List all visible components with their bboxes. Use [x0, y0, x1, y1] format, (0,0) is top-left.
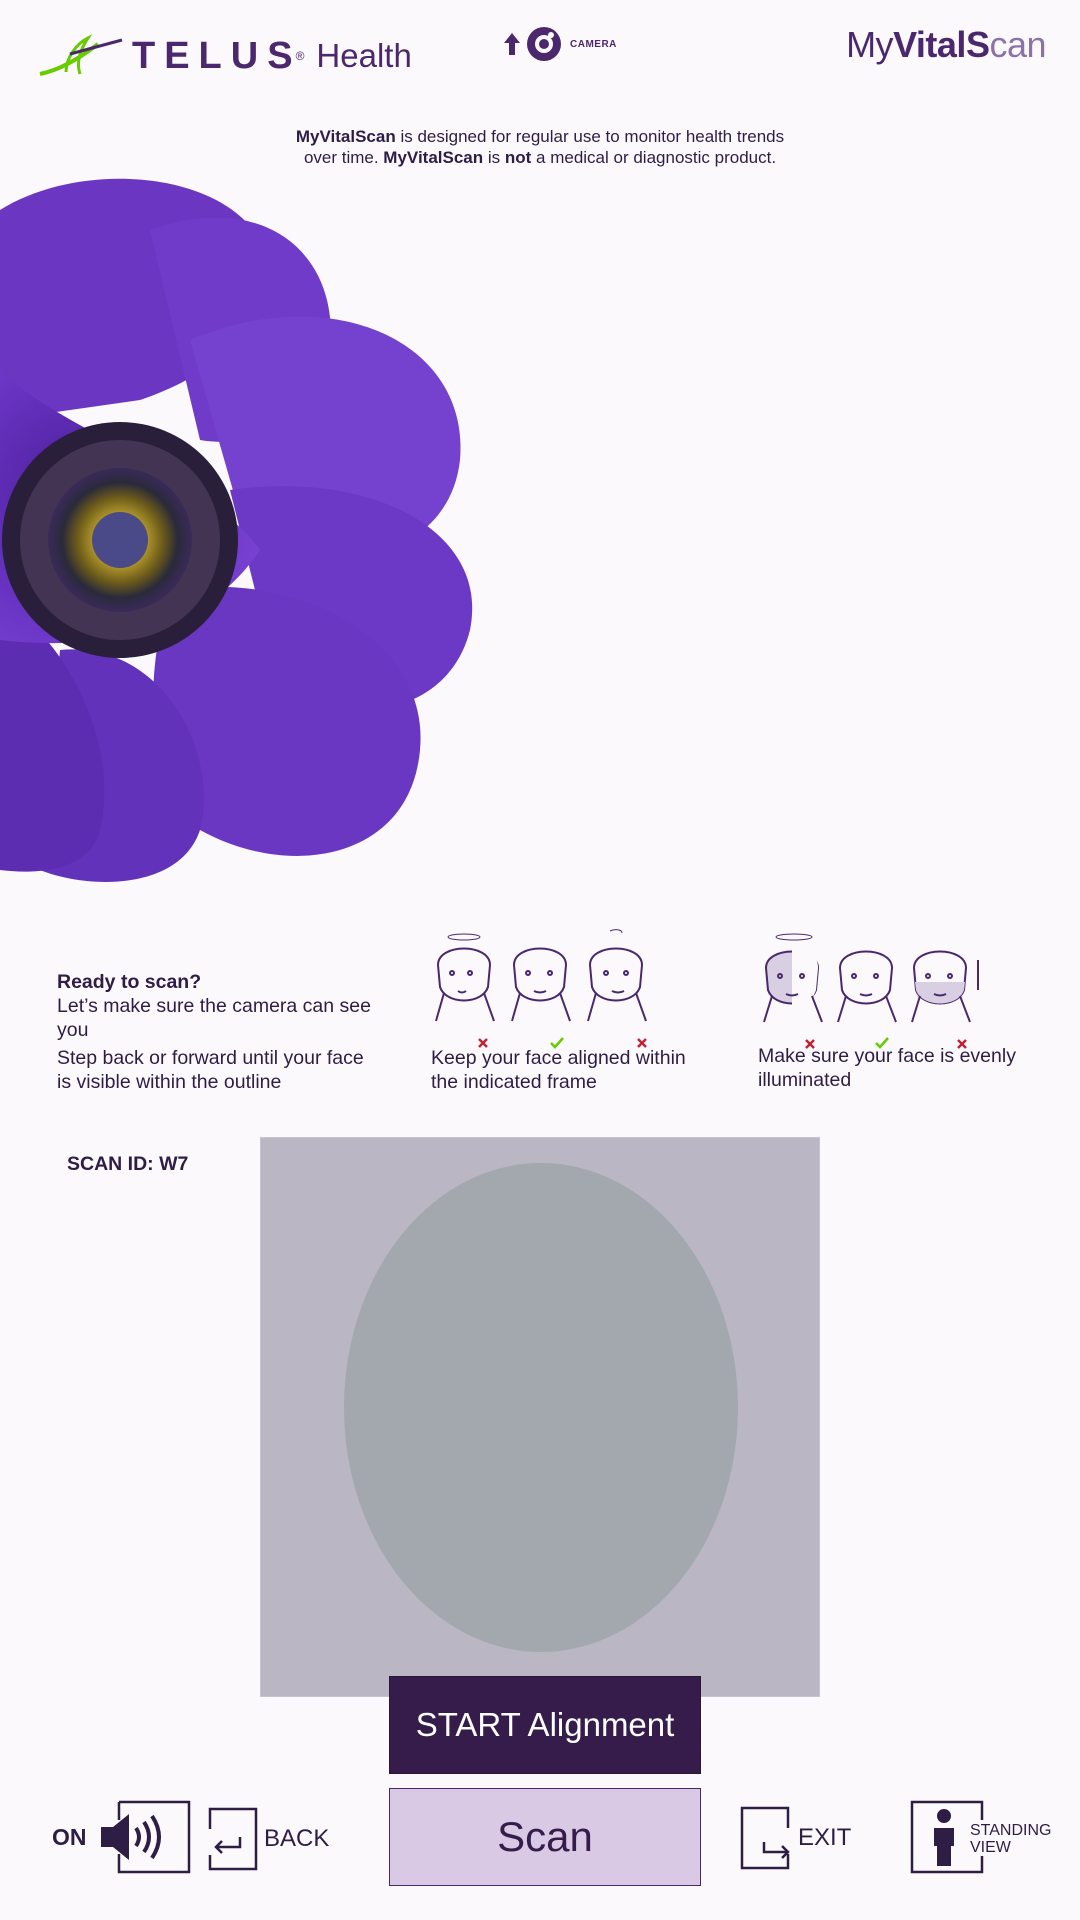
disclaimer-line2-mid: is [483, 148, 505, 167]
camera-lens-icon [527, 27, 561, 61]
scan-id-label: SCAN ID: W7 [67, 1153, 189, 1175]
face-outline-oval [344, 1163, 738, 1652]
disclaimer-brand-1: MyVitalScan [295, 127, 396, 146]
disclaimer-line1: is designed for regular use to monitor h… [395, 127, 785, 146]
disclaimer-line2-end: a medical or diagnostic product. [531, 148, 777, 167]
standing-view-button[interactable]: STANDING VIEW [910, 1800, 1051, 1874]
standing-view-label: STANDING VIEW [970, 1822, 1051, 1856]
myvitalscan-logo: MyVitalScan [846, 24, 1046, 66]
standing-label-line2: VIEW [970, 1839, 1011, 1856]
telus-health-logo: TELUS ® Health [36, 30, 412, 82]
disclaimer-not: not [504, 148, 532, 167]
health-wordmark: Health [316, 37, 412, 74]
instruction-distance: Step back or forward until your face is … [57, 1047, 364, 1093]
alignment-caption: Keep your face aligned within the indica… [431, 1047, 686, 1093]
face-alignment-illustration [435, 929, 647, 1049]
face-lighting-illustration [763, 933, 979, 1049]
logo-my: My [846, 24, 894, 65]
under-lit-face-icon [911, 950, 979, 1023]
camera-indicator: CAMERA [502, 26, 617, 62]
back-button[interactable]: BACK [208, 1807, 329, 1871]
exit-button[interactable]: EXIT [740, 1806, 851, 1870]
exit-label: EXIT [798, 1824, 852, 1851]
telus-swoosh-icon [39, 34, 123, 76]
registered-mark: ® [295, 49, 305, 63]
arrow-up-icon [504, 33, 520, 55]
camera-label: CAMERA [570, 38, 617, 50]
centered-face-icon [511, 947, 571, 1022]
logo-scan: can [989, 24, 1046, 65]
back-arrow-icon [208, 1807, 258, 1871]
ready-instructions: Ready to scan? Let’s make sure the camer… [57, 970, 377, 1094]
telus-wordmark: TELUS [132, 34, 302, 77]
even-lit-face-icon [837, 950, 897, 1023]
sound-toggle-button[interactable]: ON [52, 1800, 193, 1874]
instruction-camera: Let’s make sure the camera can see you [57, 995, 371, 1041]
back-label: BACK [264, 1825, 330, 1852]
tilted-face-icon [435, 933, 495, 1022]
start-alignment-button[interactable]: START Alignment [389, 1676, 701, 1774]
exit-arrow-icon [740, 1806, 790, 1870]
scan-button[interactable]: Scan [389, 1788, 701, 1886]
lighting-caption: Make sure your face is evenly illuminate… [758, 1045, 1016, 1091]
speaker-icon [100, 1800, 190, 1874]
logo-vital: VitalS [893, 24, 990, 65]
rotated-face-icon [587, 929, 647, 1022]
anemone-flower-image [0, 178, 473, 882]
half-lit-face-icon [763, 933, 823, 1023]
disclaimer-text: MyVitalScan is designed for regular use … [240, 126, 840, 168]
disclaimer-line2-start: over time. [303, 148, 384, 167]
ready-title: Ready to scan? [57, 971, 202, 993]
camera-preview [260, 1137, 820, 1697]
standing-label-line1: STANDING [970, 1822, 1052, 1839]
disclaimer-brand-2: MyVitalScan [383, 148, 484, 167]
sound-state-label: ON [52, 1823, 87, 1850]
